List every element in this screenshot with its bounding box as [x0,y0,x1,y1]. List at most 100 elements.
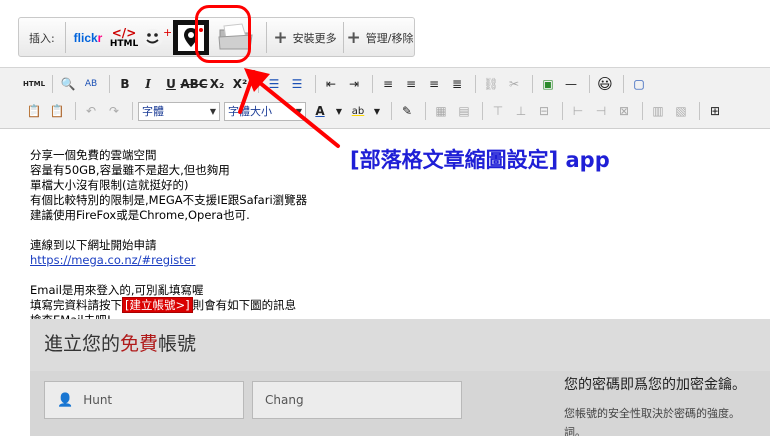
plus-icon: + [273,27,288,48]
split-cell-button[interactable]: ▥ [648,101,668,121]
row-after-icon: ⊥ [515,104,527,118]
link-button[interactable]: ⛓ [481,74,501,94]
replace-button[interactable]: AB [81,74,101,94]
insert-image-button[interactable]: ▣ [538,74,558,94]
table-icon: ▦ [435,104,447,118]
table-props-button[interactable]: ▤ [454,101,474,121]
split-cell-icon: ▥ [652,104,664,118]
text-color-button[interactable]: A [310,101,330,121]
bullet-list-button[interactable]: ☰ [287,74,307,94]
undo-button[interactable]: ↶ [81,101,101,121]
manage-remove-button[interactable]: + 管理/移除 [345,20,415,55]
emoticon-toolbar-button[interactable]: 😃 [595,74,615,94]
editor-content[interactable]: 分享一個免費的雲端空間 容量有50GB,容量雖不是超大,但也夠用 單檔大小沒有限… [30,148,490,328]
install-more-label: 安裝更多 [292,31,337,45]
link-icon: ⛓ [483,77,499,91]
insert-col-before-button[interactable]: ⊢ [568,101,588,121]
paste-text-icon: 📋 [49,104,65,118]
insert-row-before-button[interactable]: ⊤ [488,101,508,121]
underline-button[interactable]: U [161,74,181,94]
align-justify-icon: ≣ [451,77,463,91]
strikethrough-button[interactable]: ABC [180,74,207,94]
delete-row-button[interactable]: ⊟ [534,101,554,121]
separator [258,75,259,93]
unlink-icon: ✂ [508,77,520,91]
separator [482,102,483,120]
col-after-icon: ⊣ [595,104,607,118]
outdent-button[interactable]: ⇤ [321,74,341,94]
subscript-button[interactable]: X₂ [207,74,227,94]
italic-button[interactable]: I [138,74,158,94]
ordered-list-button[interactable]: ☰ [264,74,284,94]
window-icon: ▢ [633,77,645,91]
separator [343,22,344,53]
flickr-label-part1: flick [73,30,98,45]
bold-button[interactable]: B [115,74,135,94]
content-line: 有個比較特別的限制是,MEGA不支援IE跟Safari瀏覽器 [30,193,308,207]
fullscreen-button[interactable]: ▢ [629,74,649,94]
text-color-dropdown[interactable]: ▼ [333,101,345,121]
align-justify-button[interactable]: ≣ [447,74,467,94]
content-line: 連線到以下網址開始申請 [30,238,157,252]
flickr-button[interactable]: flick r [68,20,108,55]
binoculars-icon: 🔍 [60,77,76,91]
register-link[interactable]: https://mega.co.nz/#register [30,253,196,267]
superscript-icon: X² [232,77,248,91]
highlight-icon: ab [351,105,365,117]
delete-col-button[interactable]: ⊠ [614,101,634,121]
flickr-label-part2: r [97,30,103,45]
page-break-button[interactable]: ⊞ [705,101,725,121]
highlight-color-button[interactable]: ab [348,101,368,121]
paste-text-button[interactable]: 📋 [47,101,67,121]
font-family-select[interactable]: 字體 ▼ [138,101,220,121]
separator [475,75,476,93]
replace-icon: AB [84,79,98,89]
merge-cell-button[interactable]: ▧ [671,101,691,121]
title-free: 免費 [120,333,159,355]
chevron-down-icon: ▼ [335,106,343,116]
password-info-line: 詞。 [564,426,586,436]
page-break-icon: ⊞ [709,104,721,118]
font-family-value: 字體 [142,105,164,118]
insert-row-after-button[interactable]: ⊥ [511,101,531,121]
font-size-select[interactable]: 字體大小 ▼ [224,101,306,121]
strikethrough-icon: ABC [180,77,208,91]
indent-button[interactable]: ⇥ [344,74,364,94]
separator [65,22,66,53]
fill-text-after: 則會有如下圖的訊息 [192,298,297,312]
embedded-screenshot: 進立您的免費帳號 👤 Hunt Chang 您的密碼即爲您的加密金鑰。 您帳號的… [30,319,770,436]
html-button[interactable]: </> HTML [109,20,139,55]
unlink-button[interactable]: ✂ [504,74,524,94]
separator [315,75,316,93]
italic-icon: I [145,77,151,91]
align-left-button[interactable]: ≡ [378,74,398,94]
title-part: 帳號 [158,333,197,355]
chevron-down-icon: ▼ [373,106,381,116]
html-source-button[interactable]: HTML [23,74,45,94]
highlight-color-dropdown[interactable]: ▼ [371,101,383,121]
merge-cell-icon: ▧ [675,104,687,118]
align-right-button[interactable]: ≡ [424,74,444,94]
html-label: HTML [109,38,139,49]
title-part: 進立您的 [44,333,121,355]
install-more-button[interactable]: + 安裝更多 [269,20,341,55]
emoticon-button[interactable]: + [140,20,172,55]
paste-button[interactable]: 📋 [24,101,44,121]
insert-col-after-button[interactable]: ⊣ [591,101,611,121]
horizontal-rule-button[interactable]: — [561,74,581,94]
annotation-label: [部落格文章縮圖設定] app [350,148,610,172]
find-button[interactable]: 🔍 [58,74,78,94]
separator [699,102,700,120]
chevron-down-icon: ▼ [295,106,302,116]
separator [391,102,392,120]
toolbar-row-1: HTML 🔍 AB B I U ABC X₂ X² ☰ ☰ ⇤ ⇥ ≡ ≡ ≡ … [23,72,652,96]
edit-button[interactable]: ✎ [397,101,417,121]
svg-text:+: + [163,26,171,39]
insert-table-button[interactable]: ▦ [431,101,451,121]
bold-icon: B [120,77,130,91]
align-center-button[interactable]: ≡ [401,74,421,94]
superscript-button[interactable]: X² [230,74,250,94]
redo-button[interactable]: ↷ [104,101,124,121]
